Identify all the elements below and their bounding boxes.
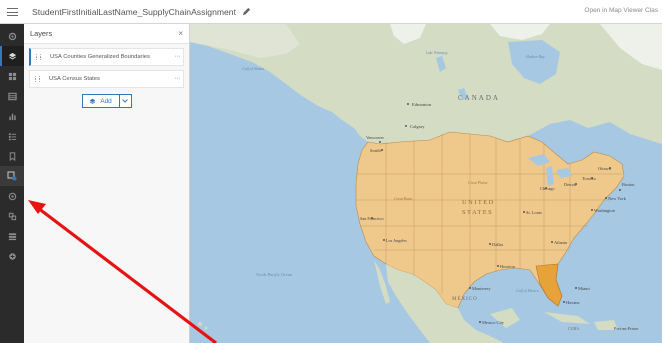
label-los-angeles: Los Angeles: [386, 238, 407, 243]
basemap-canvas: CANADA Edmonton Calgary Vancouver Seattl…: [190, 24, 662, 343]
share-icon[interactable]: [0, 246, 24, 266]
close-icon[interactable]: ×: [178, 29, 183, 38]
filter-icon[interactable]: [0, 186, 24, 206]
edit-pencil-icon[interactable]: [242, 7, 252, 17]
label-calgary: Calgary: [410, 124, 425, 129]
layers-icon[interactable]: [0, 46, 24, 66]
drag-handle-icon[interactable]: [35, 75, 41, 83]
charts-icon[interactable]: [0, 106, 24, 126]
label-edmonton: Edmonton: [412, 102, 432, 107]
layer-name: USA Counties Generalized Boundaries: [50, 54, 150, 60]
layer-options-icon[interactable]: ···: [175, 53, 181, 60]
label-washington: Washington: [594, 208, 616, 213]
label-north-pacific-ocean: North Pacific Ocean: [255, 272, 293, 277]
layer-options-icon[interactable]: ···: [175, 75, 181, 82]
layers-add-icon: [89, 98, 96, 105]
drag-handle-icon[interactable]: [36, 53, 42, 61]
layer-item-states[interactable]: USA Census States ···: [29, 70, 184, 88]
label-miami: Miami: [578, 286, 590, 291]
open-in-map-viewer-link[interactable]: Open in Map Viewer Clas: [584, 7, 658, 14]
label-great-plains: Great Plains: [468, 181, 488, 185]
map-view[interactable]: CANADA Edmonton Calgary Vancouver Seattl…: [190, 24, 662, 343]
label-monterrey: Monterrey: [472, 286, 491, 291]
label-mexico-city: Mexico City: [482, 320, 505, 325]
label-chicago: Chicago: [540, 186, 555, 191]
properties-icon[interactable]: [0, 166, 24, 186]
legend-icon[interactable]: [0, 126, 24, 146]
chevron-down-icon: [122, 99, 128, 103]
label-detroit: Detroit: [564, 182, 577, 187]
label-united: UNITED: [462, 199, 495, 206]
hamburger-icon: [6, 7, 18, 16]
label-ottawa: Ottawa: [598, 166, 611, 171]
add-layer-button[interactable]: Add: [81, 94, 120, 108]
layer-item-counties[interactable]: USA Counties Generalized Boundaries ···: [29, 48, 184, 66]
add-dropdown-button[interactable]: [119, 94, 132, 108]
label-boston: Boston: [622, 182, 635, 187]
label-seattle: Seattle: [370, 148, 382, 153]
label-houston: Houston: [500, 264, 516, 269]
analysis-icon[interactable]: [0, 226, 24, 246]
label-toronto: Toronto: [582, 176, 597, 181]
label-st-louis: St. Louis: [526, 210, 542, 215]
label-gulf-of-alaska: Gulf of Alaska: [242, 67, 264, 71]
basemap-icon[interactable]: [0, 66, 24, 86]
add-layer-control: Add: [81, 94, 132, 108]
label-hudson-bay: Hudson Bay: [525, 55, 545, 59]
layers-panel: Layers × USA Counties Generalized Bounda…: [24, 24, 190, 343]
label-states: STATES: [462, 209, 493, 216]
sketch-icon[interactable]: [0, 206, 24, 226]
map-title[interactable]: StudentFirstInitialLastName_SupplyChainA…: [32, 7, 236, 17]
label-havana: Havana: [566, 300, 579, 305]
label-mexico: MÉXICO: [452, 296, 478, 302]
panel-title: Layers: [30, 29, 53, 38]
label-lake-winnipeg: Lake Winnipeg: [425, 51, 448, 55]
label-great-basin: Great Basin: [394, 197, 412, 201]
bookmarks-icon[interactable]: [0, 146, 24, 166]
label-gulf-of-mexico: Gulf of Mexico: [516, 289, 539, 293]
label-atlanta: Atlanta: [554, 240, 567, 245]
menu-button[interactable]: [0, 0, 24, 24]
settings-icon[interactable]: [0, 26, 24, 46]
layers-panel-header: Layers ×: [24, 24, 189, 44]
add-label: Add: [100, 97, 112, 105]
label-port-au-prince: Port-au-Prince: [614, 326, 639, 331]
label-new-york: New York: [608, 196, 627, 201]
label-dallas: Dallas: [492, 242, 504, 247]
app-header: StudentFirstInitialLastName_SupplyChainA…: [0, 0, 662, 24]
layer-name: USA Census States: [49, 76, 100, 82]
table-icon[interactable]: [0, 86, 24, 106]
left-toolbar: [0, 24, 24, 343]
label-canada: CANADA: [458, 94, 500, 102]
label-cuba: CUBA: [568, 326, 579, 331]
label-vancouver: Vancouver: [366, 135, 385, 140]
